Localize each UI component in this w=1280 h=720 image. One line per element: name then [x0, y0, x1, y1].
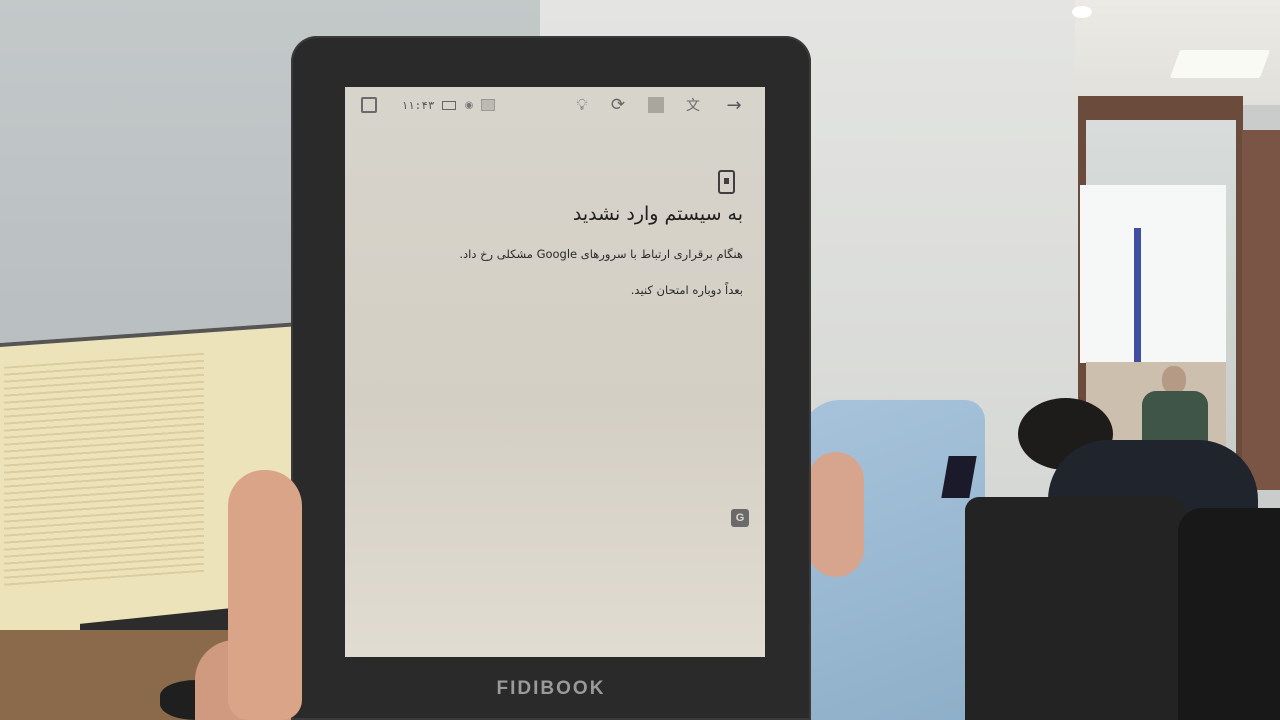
- office-chair-right: [1178, 508, 1280, 720]
- copy-icon[interactable]: [359, 93, 379, 117]
- grid-icon[interactable]: [645, 93, 667, 117]
- dialog-retry-hint: بعداً دوباره امتحان کنید.: [630, 283, 743, 297]
- left-thumb: [228, 470, 302, 720]
- wifi-icon: ◉: [464, 99, 474, 111]
- google-translate-icon[interactable]: G: [731, 509, 749, 527]
- status-time: ۱۱:۴۳: [401, 98, 435, 112]
- dialog-message: هنگام برقراری ارتباط با سرورهای Google م…: [459, 247, 743, 261]
- monitor-code-lines: [4, 352, 204, 587]
- language-icon[interactable]: 文: [681, 93, 705, 117]
- status-bar: ۱۱:۴۳ ◉ 💡︎ ⟳ 文 →: [345, 93, 765, 117]
- phone-icon: [718, 170, 735, 194]
- ceiling-light: [1169, 50, 1271, 78]
- open-door: [1242, 130, 1280, 490]
- window-frame-bar: [1134, 228, 1141, 363]
- sync-icon[interactable]: ⟳: [607, 93, 629, 117]
- window: [1080, 185, 1226, 363]
- office-chair: [965, 497, 1185, 720]
- ereader-device: ۱۱:۴۳ ◉ 💡︎ ⟳ 文 → به سیستم وارد نشدید هنگ…: [291, 36, 811, 720]
- device-brand-logo: FIDIBOOK: [496, 678, 606, 699]
- screen-icon: [479, 93, 497, 117]
- battery-icon: [439, 93, 459, 117]
- ceiling-spotlight: [1072, 6, 1092, 18]
- seated-person-head: [1162, 366, 1186, 394]
- frontlight-icon[interactable]: 💡︎: [571, 93, 593, 117]
- dialog-title: به سیستم وارد نشدید: [572, 203, 743, 225]
- ereader-screen: ۱۱:۴۳ ◉ 💡︎ ⟳ 文 → به سیستم وارد نشدید هنگ…: [345, 87, 765, 657]
- back-arrow-icon[interactable]: →: [721, 93, 747, 117]
- right-finger: [808, 452, 864, 577]
